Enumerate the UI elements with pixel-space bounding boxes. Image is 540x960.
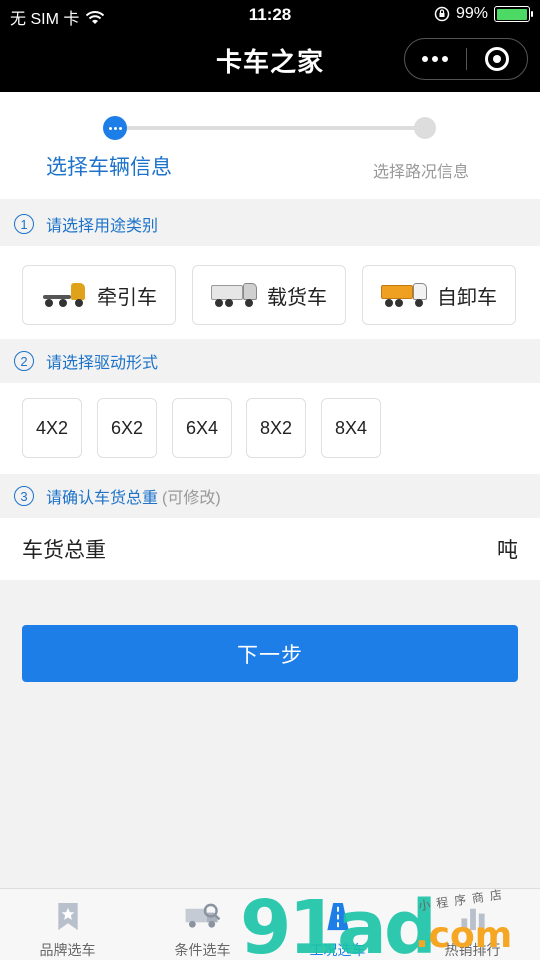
section-number-1: 1 <box>14 214 34 234</box>
step-track <box>116 126 426 130</box>
section-drive-title: 请选择驱动形式 <box>46 355 159 372</box>
close-mini-program-button[interactable] <box>467 39 528 79</box>
battery-fill <box>496 8 528 20</box>
drive-option-8x4[interactable]: 8X4 <box>321 398 381 458</box>
status-bar: 无 SIM 卡 11:28 99% <box>0 0 540 30</box>
usage-option-label: 牵引车 <box>97 286 157 309</box>
battery-icon <box>494 6 533 22</box>
weight-unit: 吨 <box>497 539 518 562</box>
battery-percent: 99% <box>455 5 488 22</box>
cargo-truck-icon <box>211 283 257 307</box>
drive-option-8x2[interactable]: 8X2 <box>246 398 306 458</box>
usage-option-label: 自卸车 <box>437 286 497 309</box>
tab-label: 条件选车 <box>174 942 231 958</box>
drive-option-6x2[interactable]: 6X2 <box>97 398 157 458</box>
usage-option-tractor[interactable]: 牵引车 <box>22 265 176 325</box>
section-number-2: 2 <box>14 351 34 371</box>
section-weight-header: 3 请确认车货总重 (可修改) <box>0 474 540 518</box>
bookmark-star-icon <box>57 902 78 931</box>
dump-truck-icon <box>381 283 427 307</box>
road-icon <box>326 902 349 931</box>
step1-label: 选择车辆信息 <box>46 156 172 179</box>
target-circle-icon <box>484 47 509 71</box>
section-weight-title: 请确认车货总重 <box>46 490 159 507</box>
top-bar: 无 SIM 卡 11:28 99% 卡车之家 <box>0 0 540 92</box>
tab-label: 工况选车 <box>309 942 366 958</box>
mini-program-capsule <box>404 38 528 80</box>
usage-option-cargo[interactable]: 载货车 <box>192 265 346 325</box>
step2-label: 选择路况信息 <box>373 164 470 181</box>
orientation-lock-icon <box>434 6 450 22</box>
step1-dot-icon <box>103 116 127 140</box>
status-right: 99% <box>434 5 533 23</box>
section-drive-header: 2 请选择驱动形式 <box>0 339 540 383</box>
truck-search-icon <box>185 903 220 928</box>
section-number-3: 3 <box>14 486 34 506</box>
tab-brand[interactable]: 品牌选车 <box>0 889 135 960</box>
section-usage-header: 1 请选择用途类别 <box>0 202 540 246</box>
total-weight-label: 车货总重 <box>22 539 106 562</box>
next-step-button[interactable]: 下一步 <box>22 625 518 682</box>
tractor-truck-icon <box>41 283 87 307</box>
drive-options: 4X2 6X2 6X4 8X2 8X4 <box>0 383 540 474</box>
tab-label: 品牌选车 <box>39 942 96 958</box>
drive-option-6x4[interactable]: 6X4 <box>172 398 232 458</box>
bottom-tab-bar: 品牌选车 条件选车 工况选车 热销排行 <box>0 888 540 960</box>
step-indicator: 选择车辆信息 选择路况信息 <box>0 92 540 199</box>
tab-ranking[interactable]: 热销排行 <box>405 889 540 960</box>
usage-option-dump[interactable]: 自卸车 <box>362 265 516 325</box>
drive-option-4x2[interactable]: 4X2 <box>22 398 82 458</box>
usage-option-label: 载货车 <box>267 286 327 309</box>
usage-options: 牵引车 载货车 自卸车 <box>0 246 540 339</box>
more-dots-icon <box>422 56 449 62</box>
tab-road-condition[interactable]: 工况选车 <box>270 889 405 960</box>
total-weight-row: 车货总重 吨 <box>0 518 540 580</box>
ranking-icon <box>460 908 485 931</box>
step2-dot-icon <box>414 117 436 139</box>
tab-condition[interactable]: 条件选车 <box>135 889 270 960</box>
total-weight-input[interactable] <box>106 537 491 561</box>
section-weight-hint: (可修改) <box>162 490 221 507</box>
tab-label: 热销排行 <box>444 942 501 958</box>
section-usage-title: 请选择用途类别 <box>46 218 159 235</box>
more-menu-button[interactable] <box>405 39 466 79</box>
